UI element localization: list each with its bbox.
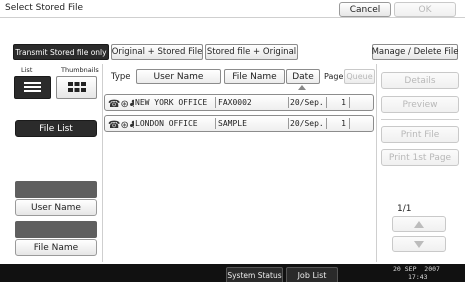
row-pages: 1 xyxy=(341,119,346,128)
tab-stored-file-plus-original[interactable]: Stored file + Original xyxy=(205,44,298,60)
date-display: 20 SEP 2007 xyxy=(393,265,440,273)
file-name-indicator xyxy=(15,221,97,238)
details-button[interactable]: Details xyxy=(381,72,459,89)
cancel-button-main[interactable]: Cancel xyxy=(339,2,391,17)
list-view-button[interactable] xyxy=(14,76,51,99)
right-divider xyxy=(376,64,377,262)
row-pages: 1 xyxy=(341,98,346,107)
scroll-down-button[interactable] xyxy=(392,236,446,252)
manage-delete-file-button[interactable]: Manage / Delete File xyxy=(372,44,458,60)
right-panel-divider xyxy=(381,119,459,120)
svg-text:☎⊛♣: ☎⊛♣ xyxy=(108,99,134,109)
row-separator xyxy=(326,97,327,108)
table-row[interactable]: ☎⊛♣ NEW YORK OFFICE FAX0002 20/Sep. 1 xyxy=(104,94,374,111)
scroll-up-button[interactable] xyxy=(392,216,446,232)
row-date: 20/Sep. xyxy=(290,119,324,128)
tab-original-plus-stored-file[interactable]: Original + Stored File xyxy=(111,44,203,60)
page-title: Select Stored File xyxy=(5,3,84,13)
row-date: 20/Sep. xyxy=(290,98,324,107)
view-toggle-panel: List Thumbnails xyxy=(13,66,99,102)
status-bar: System Status Job List 20 SEP 2007 17:43 xyxy=(0,264,465,282)
file-list-button[interactable]: File List xyxy=(15,120,97,137)
file-type-icon: ☎⊛♣ xyxy=(108,99,134,109)
left-divider xyxy=(102,64,103,262)
job-list-button[interactable]: Job List xyxy=(286,267,338,282)
type-column-label: Type xyxy=(111,72,131,82)
list-icon xyxy=(24,82,41,92)
row-separator xyxy=(349,118,350,129)
row-separator xyxy=(288,97,289,108)
page-indicator: 1/1 xyxy=(397,204,412,214)
print-file-button[interactable]: Print File xyxy=(381,126,459,143)
row-user-name: NEW YORK OFFICE xyxy=(135,98,208,107)
thumbnails-view-button[interactable] xyxy=(56,76,97,99)
date-column-header[interactable]: Date xyxy=(286,69,320,84)
row-separator xyxy=(326,118,327,129)
row-user-name: LONDON OFFICE xyxy=(135,119,198,128)
svg-text:☎⊛♣: ☎⊛♣ xyxy=(108,120,134,130)
list-view-label: List xyxy=(21,66,33,74)
print-first-page-button[interactable]: Print 1st Page xyxy=(381,149,459,166)
tab-transmit-stored-file-only[interactable]: Transmit Stored file only xyxy=(13,44,109,60)
row-separator xyxy=(215,97,216,108)
row-file-name: FAX0002 xyxy=(218,98,252,107)
preview-button[interactable]: Preview xyxy=(381,96,459,113)
row-separator xyxy=(288,118,289,129)
queue-column-header[interactable]: Queue xyxy=(344,69,375,84)
row-separator xyxy=(215,118,216,129)
user-name-indicator xyxy=(15,181,97,198)
row-file-name: SAMPLE xyxy=(218,119,247,128)
file-name-button[interactable]: File Name xyxy=(15,239,97,256)
triangle-down-icon xyxy=(414,240,424,248)
file-name-column-header[interactable]: File Name xyxy=(224,69,285,84)
ok-button-main[interactable]: OK xyxy=(394,2,456,17)
file-type-icon: ☎⊛♣ xyxy=(108,120,134,130)
user-name-button[interactable]: User Name xyxy=(15,199,97,216)
time-display: 17:43 xyxy=(408,273,428,281)
triangle-up-icon xyxy=(414,220,424,228)
user-name-column-header[interactable]: User Name xyxy=(136,69,221,84)
system-status-button[interactable]: System Status xyxy=(226,267,283,282)
thumbnails-view-label: Thumbnails xyxy=(61,66,99,74)
sort-ascending-icon xyxy=(298,85,306,90)
thumbnails-icon xyxy=(68,82,86,92)
page-column-label: Page xyxy=(324,72,344,81)
table-row[interactable]: ☎⊛♣ LONDON OFFICE SAMPLE 20/Sep. 1 xyxy=(104,115,374,132)
row-separator xyxy=(349,97,350,108)
